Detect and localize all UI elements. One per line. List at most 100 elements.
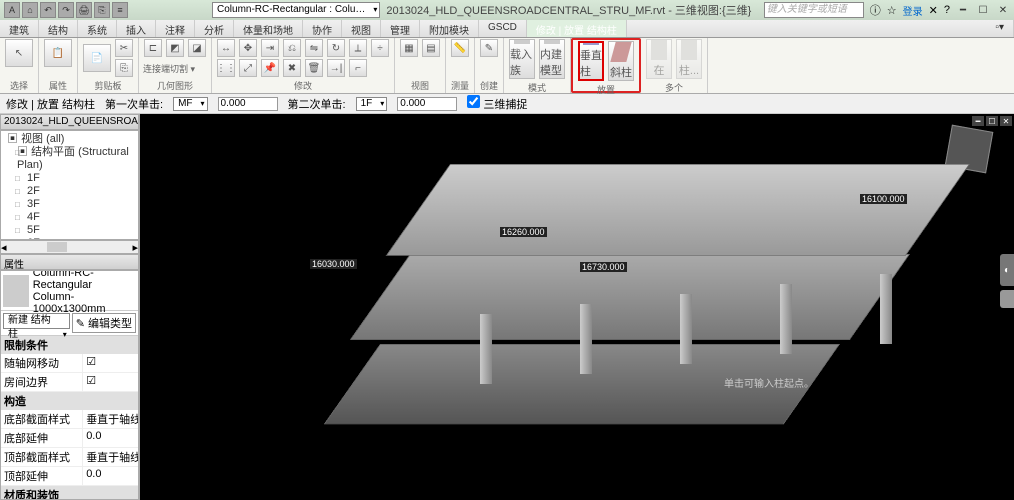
browser-hscroll[interactable]: ◂▸ <box>0 240 139 254</box>
edit-type-button[interactable]: ✎ 编辑类型 <box>72 313 136 333</box>
array-button[interactable]: ⋮⋮ <box>217 59 235 77</box>
tab-view[interactable]: 视图 <box>342 20 381 37</box>
measure-button[interactable]: 📏 <box>451 39 469 57</box>
props-group-header[interactable]: 材质和装饰 <box>1 486 138 500</box>
tab-annotate[interactable]: 注释 <box>156 20 195 37</box>
scale-button[interactable]: ⤢ <box>239 59 257 77</box>
rotate-button[interactable]: ↻ <box>327 39 345 57</box>
delete-button[interactable]: 🗑 <box>305 59 323 77</box>
view-minimize-icon[interactable]: ━ <box>972 116 984 126</box>
tab-structure[interactable]: 结构 <box>39 20 78 37</box>
app-menu-button[interactable]: A <box>4 2 20 18</box>
project-browser-tree[interactable]: ▣ 视图 (all) ▣ 结构平面 (Structural Plan) 1F 2… <box>0 130 139 240</box>
props-row[interactable]: 底部延伸0.0 <box>1 429 138 448</box>
tree-root-views[interactable]: ▣ 视图 (all) <box>3 133 136 146</box>
signin-link[interactable]: 登录 <box>903 3 923 18</box>
exchange-icon[interactable]: ✕ <box>929 4 938 17</box>
props-row[interactable]: 顶部截面样式垂直于轴线 <box>1 448 138 467</box>
tree-item[interactable]: 1F <box>3 172 136 185</box>
star-icon[interactable]: ☆ <box>887 4 897 17</box>
help-search-input[interactable]: 键入关键字或短语 <box>764 2 864 18</box>
props-value[interactable]: 0.0 <box>83 467 138 485</box>
qat-print[interactable]: 🖨 <box>76 2 92 18</box>
tab-collaborate[interactable]: 协作 <box>303 20 342 37</box>
corner-button[interactable]: ⌐ <box>349 59 367 77</box>
props-group-header[interactable]: 限制条件 <box>1 336 138 354</box>
ribbon-minimize-icon[interactable]: ▫▾ <box>986 20 1014 37</box>
props-row[interactable]: 顶部延伸0.0 <box>1 467 138 486</box>
tree-group-structural-plan[interactable]: ▣ 结构平面 (Structural Plan) <box>3 146 136 172</box>
props-value[interactable]: 0.0 <box>83 429 138 447</box>
vertical-column-button[interactable]: 垂直柱 <box>578 41 604 81</box>
qat-redo[interactable]: ↷ <box>58 2 74 18</box>
props-row[interactable]: 房间边界☑ <box>1 373 138 392</box>
cope-button[interactable]: ⊏ <box>144 39 162 57</box>
maximize-button[interactable]: ☐ <box>976 3 990 17</box>
move-button[interactable]: ✥ <box>239 39 257 57</box>
paste-button[interactable]: 📄 <box>83 44 111 72</box>
height-value-input[interactable] <box>397 97 457 111</box>
props-group-header[interactable]: 构造 <box>1 392 138 410</box>
view-close-icon[interactable]: ✕ <box>1000 116 1012 126</box>
type-selector[interactable]: Column-RC-Rectangular Column-1000x1300mm <box>1 271 138 311</box>
properties-panel-title[interactable]: 属性 <box>0 254 139 270</box>
tree-item[interactable]: 2F <box>3 185 136 198</box>
qat-home[interactable]: ⌂ <box>22 2 38 18</box>
cut-button[interactable]: ✂ <box>115 39 133 57</box>
qat-undo[interactable]: ↶ <box>40 2 56 18</box>
create-button[interactable]: ✎ <box>480 39 498 57</box>
unpin-button[interactable]: ✖ <box>283 59 301 77</box>
props-row[interactable]: 底部截面样式垂直于轴线 <box>1 410 138 429</box>
load-family-button[interactable]: 载入族 <box>509 39 535 79</box>
props-value[interactable]: 垂直于轴线 <box>83 410 138 428</box>
offset-button[interactable]: ⇥ <box>261 39 279 57</box>
tab-architecture[interactable]: 建筑 <box>0 20 39 37</box>
help-icon[interactable]: ? <box>944 4 950 16</box>
modify-tool-icon[interactable]: ↖ <box>5 39 33 67</box>
qat-more[interactable]: ≡ <box>112 2 128 18</box>
mirror-button[interactable]: ⇋ <box>305 39 323 57</box>
minimize-button[interactable]: ━ <box>956 3 970 17</box>
depth-value-input[interactable] <box>218 97 278 111</box>
tab-addins[interactable]: 附加模块 <box>420 20 479 37</box>
join-button[interactable]: ◪ <box>188 39 206 57</box>
tree-item[interactable]: 4F <box>3 211 136 224</box>
pin-button[interactable]: 📌 <box>261 59 279 77</box>
info-icon[interactable]: ⓘ <box>870 2 881 18</box>
view-btn2[interactable]: ▤ <box>422 39 440 57</box>
depth-level-dropdown[interactable]: MF <box>173 97 207 111</box>
props-value[interactable]: ☑ <box>83 354 138 372</box>
copy-button[interactable]: ⎘ <box>115 59 133 77</box>
tab-gscd[interactable]: GSCD <box>479 20 527 37</box>
tab-modify-place-column[interactable]: 修改 | 放置 结构柱 <box>527 20 627 37</box>
close-button[interactable]: ✕ <box>996 3 1010 17</box>
tab-systems[interactable]: 系统 <box>78 20 117 37</box>
extend-button[interactable]: →| <box>327 59 345 77</box>
model-inplace-button[interactable]: 内建模型 <box>539 39 565 79</box>
align-button[interactable]: ↔ <box>217 39 235 57</box>
view-maximize-icon[interactable]: ☐ <box>986 116 998 126</box>
tree-item[interactable]: 5F <box>3 224 136 237</box>
cut-geom-button[interactable]: ◩ <box>166 39 184 57</box>
snap3d-checkbox[interactable]: 三维捕捉 <box>467 95 527 112</box>
drawing-viewport[interactable]: ━ ☐ ✕ ◐ 16030.000 16260.000 16730.000 16… <box>140 114 1014 500</box>
type-selector-dropdown[interactable]: Column-RC-Rectangular : Colu… <box>212 2 380 18</box>
tab-insert[interactable]: 插入 <box>117 20 156 37</box>
props-value[interactable]: ☑ <box>83 373 138 391</box>
slanted-column-button[interactable]: 斜柱 <box>608 41 634 81</box>
tab-manage[interactable]: 管理 <box>381 20 420 37</box>
at-grid-button[interactable]: 在 <box>646 39 672 79</box>
tree-item[interactable]: 3F <box>3 198 136 211</box>
split-button[interactable]: ÷ <box>371 39 389 57</box>
copy-mod-button[interactable]: ⎌ <box>283 39 301 57</box>
properties-button[interactable]: 📋 <box>44 39 72 67</box>
trim-button[interactable]: ⟂ <box>349 39 367 57</box>
category-filter-dropdown[interactable]: 新建 结构柱 <box>3 313 70 329</box>
tab-analyze[interactable]: 分析 <box>195 20 234 37</box>
steering-wheel-icon[interactable] <box>1000 290 1014 308</box>
at-columns-button[interactable]: 柱... <box>676 39 702 79</box>
project-browser-title[interactable]: 2013024_HLD_QUEENSROADCE… <box>0 114 139 130</box>
nav-bar-toggle[interactable]: ◐ <box>1000 254 1014 286</box>
view-btn1[interactable]: ▦ <box>400 39 418 57</box>
height-level-dropdown[interactable]: 1F <box>356 97 388 111</box>
